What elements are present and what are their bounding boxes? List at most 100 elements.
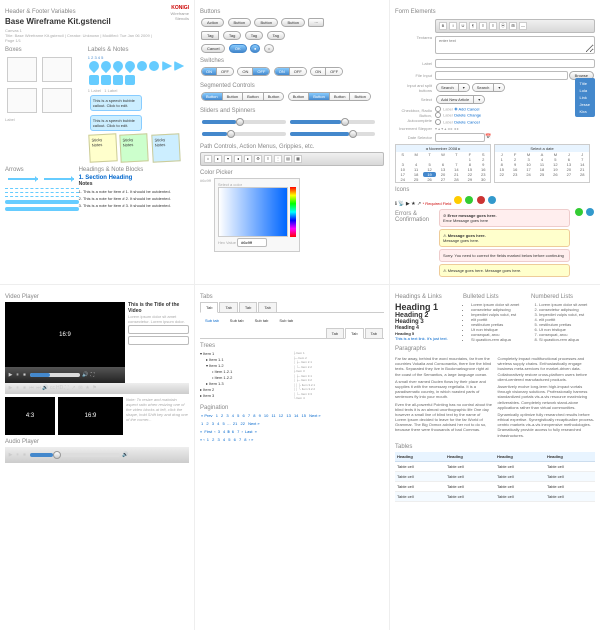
textarea[interactable] <box>435 36 595 54</box>
tag-button[interactable]: Tag <box>267 31 285 40</box>
subtab-bar[interactable]: Sub tabSub tabSub tabSub tab <box>200 316 384 325</box>
round-button[interactable]: ● <box>250 44 260 53</box>
rte-toolbar[interactable]: BIU¶≡≡⦿⊞— <box>435 19 595 33</box>
switch[interactable]: ONOFF <box>237 67 270 76</box>
tab-bar-right[interactable]: TabTabTab <box>200 328 384 339</box>
numbered-heading: Numbered Lists <box>531 294 595 300</box>
radio[interactable] <box>435 112 441 118</box>
slider[interactable] <box>202 132 286 136</box>
para: A small river named Duden flows by their… <box>395 379 493 400</box>
action-button[interactable]: Action <box>201 18 224 27</box>
button[interactable]: Button <box>281 18 305 27</box>
headings-links-heading: Headings & Links <box>395 294 459 300</box>
pagination[interactable]: « First ‹ 3 4 5 6 7 › Last » <box>200 429 384 434</box>
arrow-icon <box>8 178 38 180</box>
thick-arrow <box>5 200 79 204</box>
sticky-note[interactable]: Sticky Notes <box>119 133 148 162</box>
speech-bubble[interactable]: This is a speech bubble callout. Click t… <box>90 115 142 131</box>
text-input[interactable] <box>435 59 595 68</box>
help-icon <box>488 196 496 204</box>
rss-icon: 📡 <box>398 201 404 207</box>
notes-title: Notes <box>79 181 189 187</box>
color-field[interactable] <box>218 187 288 237</box>
meta-line: Title: Base Wireframe Kit.gstencil | Cre… <box>5 33 158 43</box>
calendar[interactable]: ◂ November 2008 ▸ SMTWTFS 12 3456789 101… <box>395 144 491 183</box>
pagination[interactable]: « ‹ 1 2 3 4 5 6 7 8 › » <box>200 437 384 442</box>
buttons-heading: Buttons <box>200 9 384 15</box>
arrows-heading: Arrows <box>5 167 79 173</box>
tab-bar[interactable]: TabTabTabTab <box>200 302 384 313</box>
calendar[interactable]: Select a date JFMAMJJ 1234567 8910111213… <box>494 144 590 183</box>
cancel-link[interactable]: Cancel <box>467 106 479 111</box>
video-thumb-43[interactable]: 4:3 <box>5 397 55 435</box>
audio-player[interactable]: ▶⏸⏹🔊 <box>5 447 189 463</box>
pagination[interactable]: 1 2 3 4 5 … 21 22 Next » <box>200 421 384 426</box>
search-split[interactable]: Search▾ <box>436 83 470 92</box>
ok-icon <box>465 196 473 204</box>
tabs-heading: Tabs <box>200 294 384 300</box>
segmented-control[interactable]: ButtonButtonButtonButton <box>288 92 371 101</box>
video-title: This is the Title of the Video <box>128 302 189 314</box>
sticky-note[interactable]: Sticky Notes <box>151 133 180 162</box>
video-toolbar[interactable]: ▶⏸⏹⏮⏭🔊ccHD⛶↗✉★⚑ <box>5 383 189 394</box>
slider[interactable] <box>290 132 374 136</box>
calendar-icon[interactable]: 📅 <box>485 134 491 140</box>
paragraphs-heading: Paragraphs <box>395 346 595 352</box>
switch[interactable]: ONOFF <box>274 67 307 76</box>
radio[interactable] <box>435 119 441 125</box>
switch[interactable]: ONOFF <box>201 67 234 76</box>
box-placeholder <box>42 57 72 82</box>
button[interactable]: Button <box>228 18 252 27</box>
switch[interactable]: ONOFF <box>310 67 343 76</box>
note-blocks-heading: Headings & Note Blocks <box>79 167 189 173</box>
sticky-note[interactable]: Sticky Notes <box>88 133 117 162</box>
ok-button[interactable]: OK <box>229 44 247 53</box>
select-dropdown[interactable]: Add New Article▾ <box>436 95 485 104</box>
add-link[interactable]: ✚ Add <box>454 106 465 111</box>
tag-button[interactable]: Tag <box>223 31 241 40</box>
box-placeholder <box>7 88 37 113</box>
round-button[interactable]: ○ <box>264 44 274 53</box>
delete-link[interactable]: Delete <box>454 113 466 118</box>
slider[interactable] <box>202 120 286 124</box>
hue-slider[interactable] <box>290 187 296 237</box>
cancel-button[interactable]: Cancel <box>201 44 225 53</box>
error-box: ⊘ Error message goes here.Error Message … <box>439 209 570 227</box>
dashed-line <box>5 188 79 189</box>
para: Dynamically optimize fully researched re… <box>498 412 596 438</box>
slider[interactable] <box>290 120 374 124</box>
video-url-input[interactable] <box>128 325 189 334</box>
pagination-heading: Pagination <box>200 405 384 411</box>
segmented-control[interactable]: ButtonButtonButtonButton <box>201 92 284 101</box>
button[interactable]: Button <box>254 18 278 27</box>
info-icon: ℹ <box>395 201 397 207</box>
dropdown-menu[interactable]: TitleLolaLinkJesseKira <box>575 78 595 117</box>
tree-view[interactable]: ▾ Item 1 ▸ Item 1.1 ▾ Item 1.2 • Item 1.… <box>200 351 288 401</box>
video-thumb-169[interactable]: 16:9 <box>58 397 123 435</box>
radio[interactable] <box>435 106 441 112</box>
delete-link[interactable]: Delete <box>454 119 466 124</box>
icons-heading: Icons <box>395 187 595 193</box>
box-placeholder <box>42 88 72 113</box>
file-input[interactable] <box>435 71 568 80</box>
path-toolbar[interactable]: ⌂▸▾◂▸⚙≡⋮▤▦ <box>200 152 384 166</box>
pagination[interactable]: « Prev 1 2 3 4 5 6 7 8 9 10 11 12 13 14 … <box>200 413 384 418</box>
date-input[interactable] <box>435 133 485 142</box>
search-split[interactable]: Search▾ <box>472 83 506 92</box>
hex-input[interactable] <box>237 238 267 247</box>
numbered-list: Lorem ipsum dolor sit ametconsectetur ad… <box>531 302 595 342</box>
video-player-169[interactable]: 16:9 <box>5 302 125 367</box>
video-controls[interactable]: ▶⏸⏹🔊⛶ <box>5 367 125 383</box>
cancel-link[interactable]: Cancel <box>467 119 479 124</box>
button[interactable]: ⋯ <box>308 18 324 27</box>
speech-bubble[interactable]: This is a speech bubble callout. Click t… <box>90 95 142 111</box>
video-embed-input[interactable] <box>128 336 189 345</box>
text-link[interactable]: This is a text link. It's just text. <box>395 336 448 341</box>
change-link[interactable]: Change <box>467 113 481 118</box>
tree-outline: ├ Item 1├─ Item 2│ ├─ Item 2.1│ └─ Item … <box>293 351 381 401</box>
tag-button[interactable]: Tag <box>245 31 263 40</box>
segmented-heading: Segmented Controls <box>200 83 384 89</box>
hex-label: #6c9ff <box>200 178 211 183</box>
tag-button[interactable]: Tag <box>201 31 219 40</box>
switches-heading: Switches <box>200 58 384 64</box>
